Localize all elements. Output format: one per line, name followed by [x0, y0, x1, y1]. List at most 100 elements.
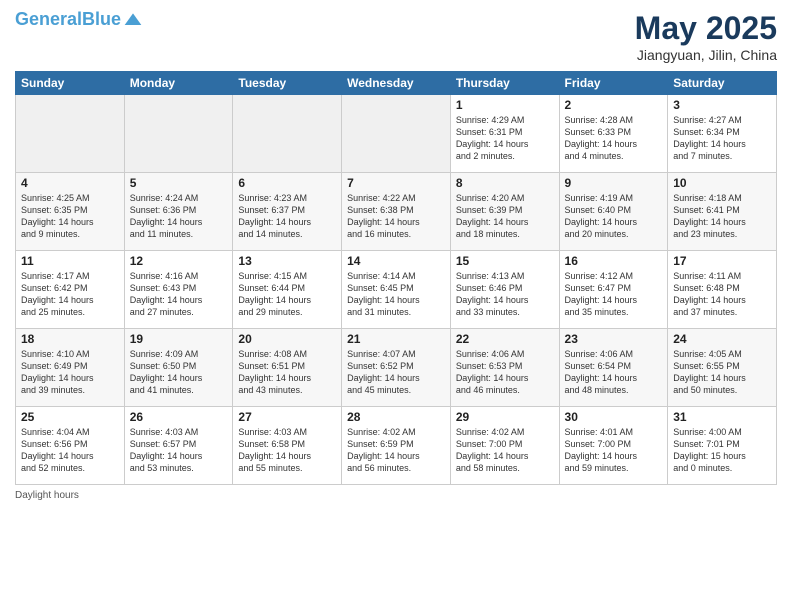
day-info: Sunrise: 4:14 AM Sunset: 6:45 PM Dayligh…	[347, 270, 445, 319]
calendar-cell: 5Sunrise: 4:24 AM Sunset: 6:36 PM Daylig…	[124, 173, 233, 251]
calendar-cell: 8Sunrise: 4:20 AM Sunset: 6:39 PM Daylig…	[450, 173, 559, 251]
day-number: 6	[238, 176, 336, 190]
day-info: Sunrise: 4:29 AM Sunset: 6:31 PM Dayligh…	[456, 114, 554, 163]
calendar-cell: 30 Sunrise: 4:01 AM Sunset: 7:00 PM Dayli…	[559, 407, 668, 485]
calendar-cell: 23 Sunrise: 4:06 AM Sunset: 6:54 PM Dayli…	[559, 329, 668, 407]
day-number: 4	[21, 176, 119, 190]
day-info: Sunrise: 4:24 AM Sunset: 6:36 PM Dayligh…	[130, 192, 228, 241]
day-number: 30	[565, 410, 663, 424]
calendar-cell: 7 Sunrise: 4:22 AM Sunset: 6:38 PM Daylig…	[342, 173, 451, 251]
calendar-cell: 21 Sunrise: 4:07 AM Sunset: 6:52 PM Dayli…	[342, 329, 451, 407]
day-info: Sunrise: 4:03 AM Sunset: 6:57 PM Dayligh…	[130, 426, 228, 475]
day-number: 9	[565, 176, 663, 190]
day-number: 19	[130, 332, 228, 346]
calendar-cell	[342, 95, 451, 173]
calendar-week-5: 25 Sunrise: 4:04 AM Sunset: 6:56 PM Dayli…	[16, 407, 777, 485]
calendar-cell: 1 Sunrise: 4:29 AM Sunset: 6:31 PM Daylig…	[450, 95, 559, 173]
day-info: Sunrise: 4:27 AM Sunset: 6:34 PM Dayligh…	[673, 114, 771, 163]
day-info: Sunrise: 4:15 AM Sunset: 6:44 PM Dayligh…	[238, 270, 336, 319]
day-number: 2	[565, 98, 663, 112]
day-info: Sunrise: 4:06 AM Sunset: 6:54 PM Dayligh…	[565, 348, 663, 397]
calendar-cell	[16, 95, 125, 173]
calendar-week-4: 18Sunrise: 4:10 AM Sunset: 6:49 PM Dayli…	[16, 329, 777, 407]
day-number: 15	[456, 254, 554, 268]
day-number: 22	[456, 332, 554, 346]
day-number: 18	[21, 332, 119, 346]
day-info: Sunrise: 4:18 AM Sunset: 6:41 PM Dayligh…	[673, 192, 771, 241]
day-number: 7	[347, 176, 445, 190]
day-info: Sunrise: 4:01 AM Sunset: 7:00 PM Dayligh…	[565, 426, 663, 475]
day-info: Sunrise: 4:13 AM Sunset: 6:46 PM Dayligh…	[456, 270, 554, 319]
logo-text: GeneralBlue	[15, 10, 121, 30]
day-info: Sunrise: 4:25 AM Sunset: 6:35 PM Dayligh…	[21, 192, 119, 241]
location-subtitle: Jiangyuan, Jilin, China	[635, 47, 777, 63]
calendar-cell: 25 Sunrise: 4:04 AM Sunset: 6:56 PM Dayli…	[16, 407, 125, 485]
day-number: 29	[456, 410, 554, 424]
day-info: Sunrise: 4:22 AM Sunset: 6:38 PM Dayligh…	[347, 192, 445, 241]
day-number: 11	[21, 254, 119, 268]
day-info: Sunrise: 4:28 AM Sunset: 6:33 PM Dayligh…	[565, 114, 663, 163]
calendar-cell: 3 Sunrise: 4:27 AM Sunset: 6:34 PM Daylig…	[668, 95, 777, 173]
day-number: 28	[347, 410, 445, 424]
col-header-thursday: Thursday	[450, 72, 559, 95]
title-block: May 2025 Jiangyuan, Jilin, China	[635, 10, 777, 63]
calendar-cell: 12 Sunrise: 4:16 AM Sunset: 6:43 PM Dayli…	[124, 251, 233, 329]
day-number: 16	[565, 254, 663, 268]
day-info: Sunrise: 4:16 AM Sunset: 6:43 PM Dayligh…	[130, 270, 228, 319]
logo-blue: Blue	[82, 9, 121, 29]
calendar-cell: 6 Sunrise: 4:23 AM Sunset: 6:37 PM Daylig…	[233, 173, 342, 251]
day-info: Sunrise: 4:12 AM Sunset: 6:47 PM Dayligh…	[565, 270, 663, 319]
col-header-sunday: Sunday	[16, 72, 125, 95]
calendar-cell: 11 Sunrise: 4:17 AM Sunset: 6:42 PM Dayli…	[16, 251, 125, 329]
day-number: 25	[21, 410, 119, 424]
calendar-cell: 16 Sunrise: 4:12 AM Sunset: 6:47 PM Dayli…	[559, 251, 668, 329]
page: GeneralBlue May 2025 Jiangyuan, Jilin, C…	[0, 0, 792, 612]
day-number: 1	[456, 98, 554, 112]
day-info: Sunrise: 4:04 AM Sunset: 6:56 PM Dayligh…	[21, 426, 119, 475]
calendar-cell: 15 Sunrise: 4:13 AM Sunset: 6:46 PM Dayli…	[450, 251, 559, 329]
calendar-cell: 20 Sunrise: 4:08 AM Sunset: 6:51 PM Dayli…	[233, 329, 342, 407]
day-number: 24	[673, 332, 771, 346]
day-number: 27	[238, 410, 336, 424]
day-number: 21	[347, 332, 445, 346]
col-header-saturday: Saturday	[668, 72, 777, 95]
logo-general: General	[15, 9, 82, 29]
day-number: 13	[238, 254, 336, 268]
calendar-cell: 14Sunrise: 4:14 AM Sunset: 6:45 PM Dayli…	[342, 251, 451, 329]
calendar-cell: 22 Sunrise: 4:06 AM Sunset: 6:53 PM Dayli…	[450, 329, 559, 407]
calendar-week-2: 4 Sunrise: 4:25 AM Sunset: 6:35 PM Daylig…	[16, 173, 777, 251]
day-info: Sunrise: 4:02 AM Sunset: 6:59 PM Dayligh…	[347, 426, 445, 475]
day-info: Sunrise: 4:17 AM Sunset: 6:42 PM Dayligh…	[21, 270, 119, 319]
calendar-week-1: 1 Sunrise: 4:29 AM Sunset: 6:31 PM Daylig…	[16, 95, 777, 173]
calendar-cell: 28 Sunrise: 4:02 AM Sunset: 6:59 PM Dayli…	[342, 407, 451, 485]
calendar-cell: 10Sunrise: 4:18 AM Sunset: 6:41 PM Dayli…	[668, 173, 777, 251]
logo-icon	[123, 10, 143, 30]
day-info: Sunrise: 4:06 AM Sunset: 6:53 PM Dayligh…	[456, 348, 554, 397]
day-number: 3	[673, 98, 771, 112]
calendar-cell: 9Sunrise: 4:19 AM Sunset: 6:40 PM Daylig…	[559, 173, 668, 251]
col-header-monday: Monday	[124, 72, 233, 95]
day-info: Sunrise: 4:11 AM Sunset: 6:48 PM Dayligh…	[673, 270, 771, 319]
calendar-cell: 24 Sunrise: 4:05 AM Sunset: 6:55 PM Dayli…	[668, 329, 777, 407]
calendar-cell: 18Sunrise: 4:10 AM Sunset: 6:49 PM Dayli…	[16, 329, 125, 407]
calendar-cell: 17 Sunrise: 4:11 AM Sunset: 6:48 PM Dayli…	[668, 251, 777, 329]
day-info: Sunrise: 4:23 AM Sunset: 6:37 PM Dayligh…	[238, 192, 336, 241]
calendar-table: SundayMondayTuesdayWednesdayThursdayFrid…	[15, 71, 777, 485]
calendar-cell: 29 Sunrise: 4:02 AM Sunset: 7:00 PM Dayli…	[450, 407, 559, 485]
day-info: Sunrise: 4:08 AM Sunset: 6:51 PM Dayligh…	[238, 348, 336, 397]
day-info: Sunrise: 4:20 AM Sunset: 6:39 PM Dayligh…	[456, 192, 554, 241]
day-info: Sunrise: 4:05 AM Sunset: 6:55 PM Dayligh…	[673, 348, 771, 397]
day-info: Sunrise: 4:07 AM Sunset: 6:52 PM Dayligh…	[347, 348, 445, 397]
day-number: 20	[238, 332, 336, 346]
calendar-cell: 2 Sunrise: 4:28 AM Sunset: 6:33 PM Daylig…	[559, 95, 668, 173]
col-header-tuesday: Tuesday	[233, 72, 342, 95]
calendar-cell	[124, 95, 233, 173]
calendar-cell: 4 Sunrise: 4:25 AM Sunset: 6:35 PM Daylig…	[16, 173, 125, 251]
col-header-wednesday: Wednesday	[342, 72, 451, 95]
day-number: 12	[130, 254, 228, 268]
day-number: 17	[673, 254, 771, 268]
day-number: 23	[565, 332, 663, 346]
day-info: Sunrise: 4:02 AM Sunset: 7:00 PM Dayligh…	[456, 426, 554, 475]
day-number: 31	[673, 410, 771, 424]
calendar-week-3: 11 Sunrise: 4:17 AM Sunset: 6:42 PM Dayli…	[16, 251, 777, 329]
